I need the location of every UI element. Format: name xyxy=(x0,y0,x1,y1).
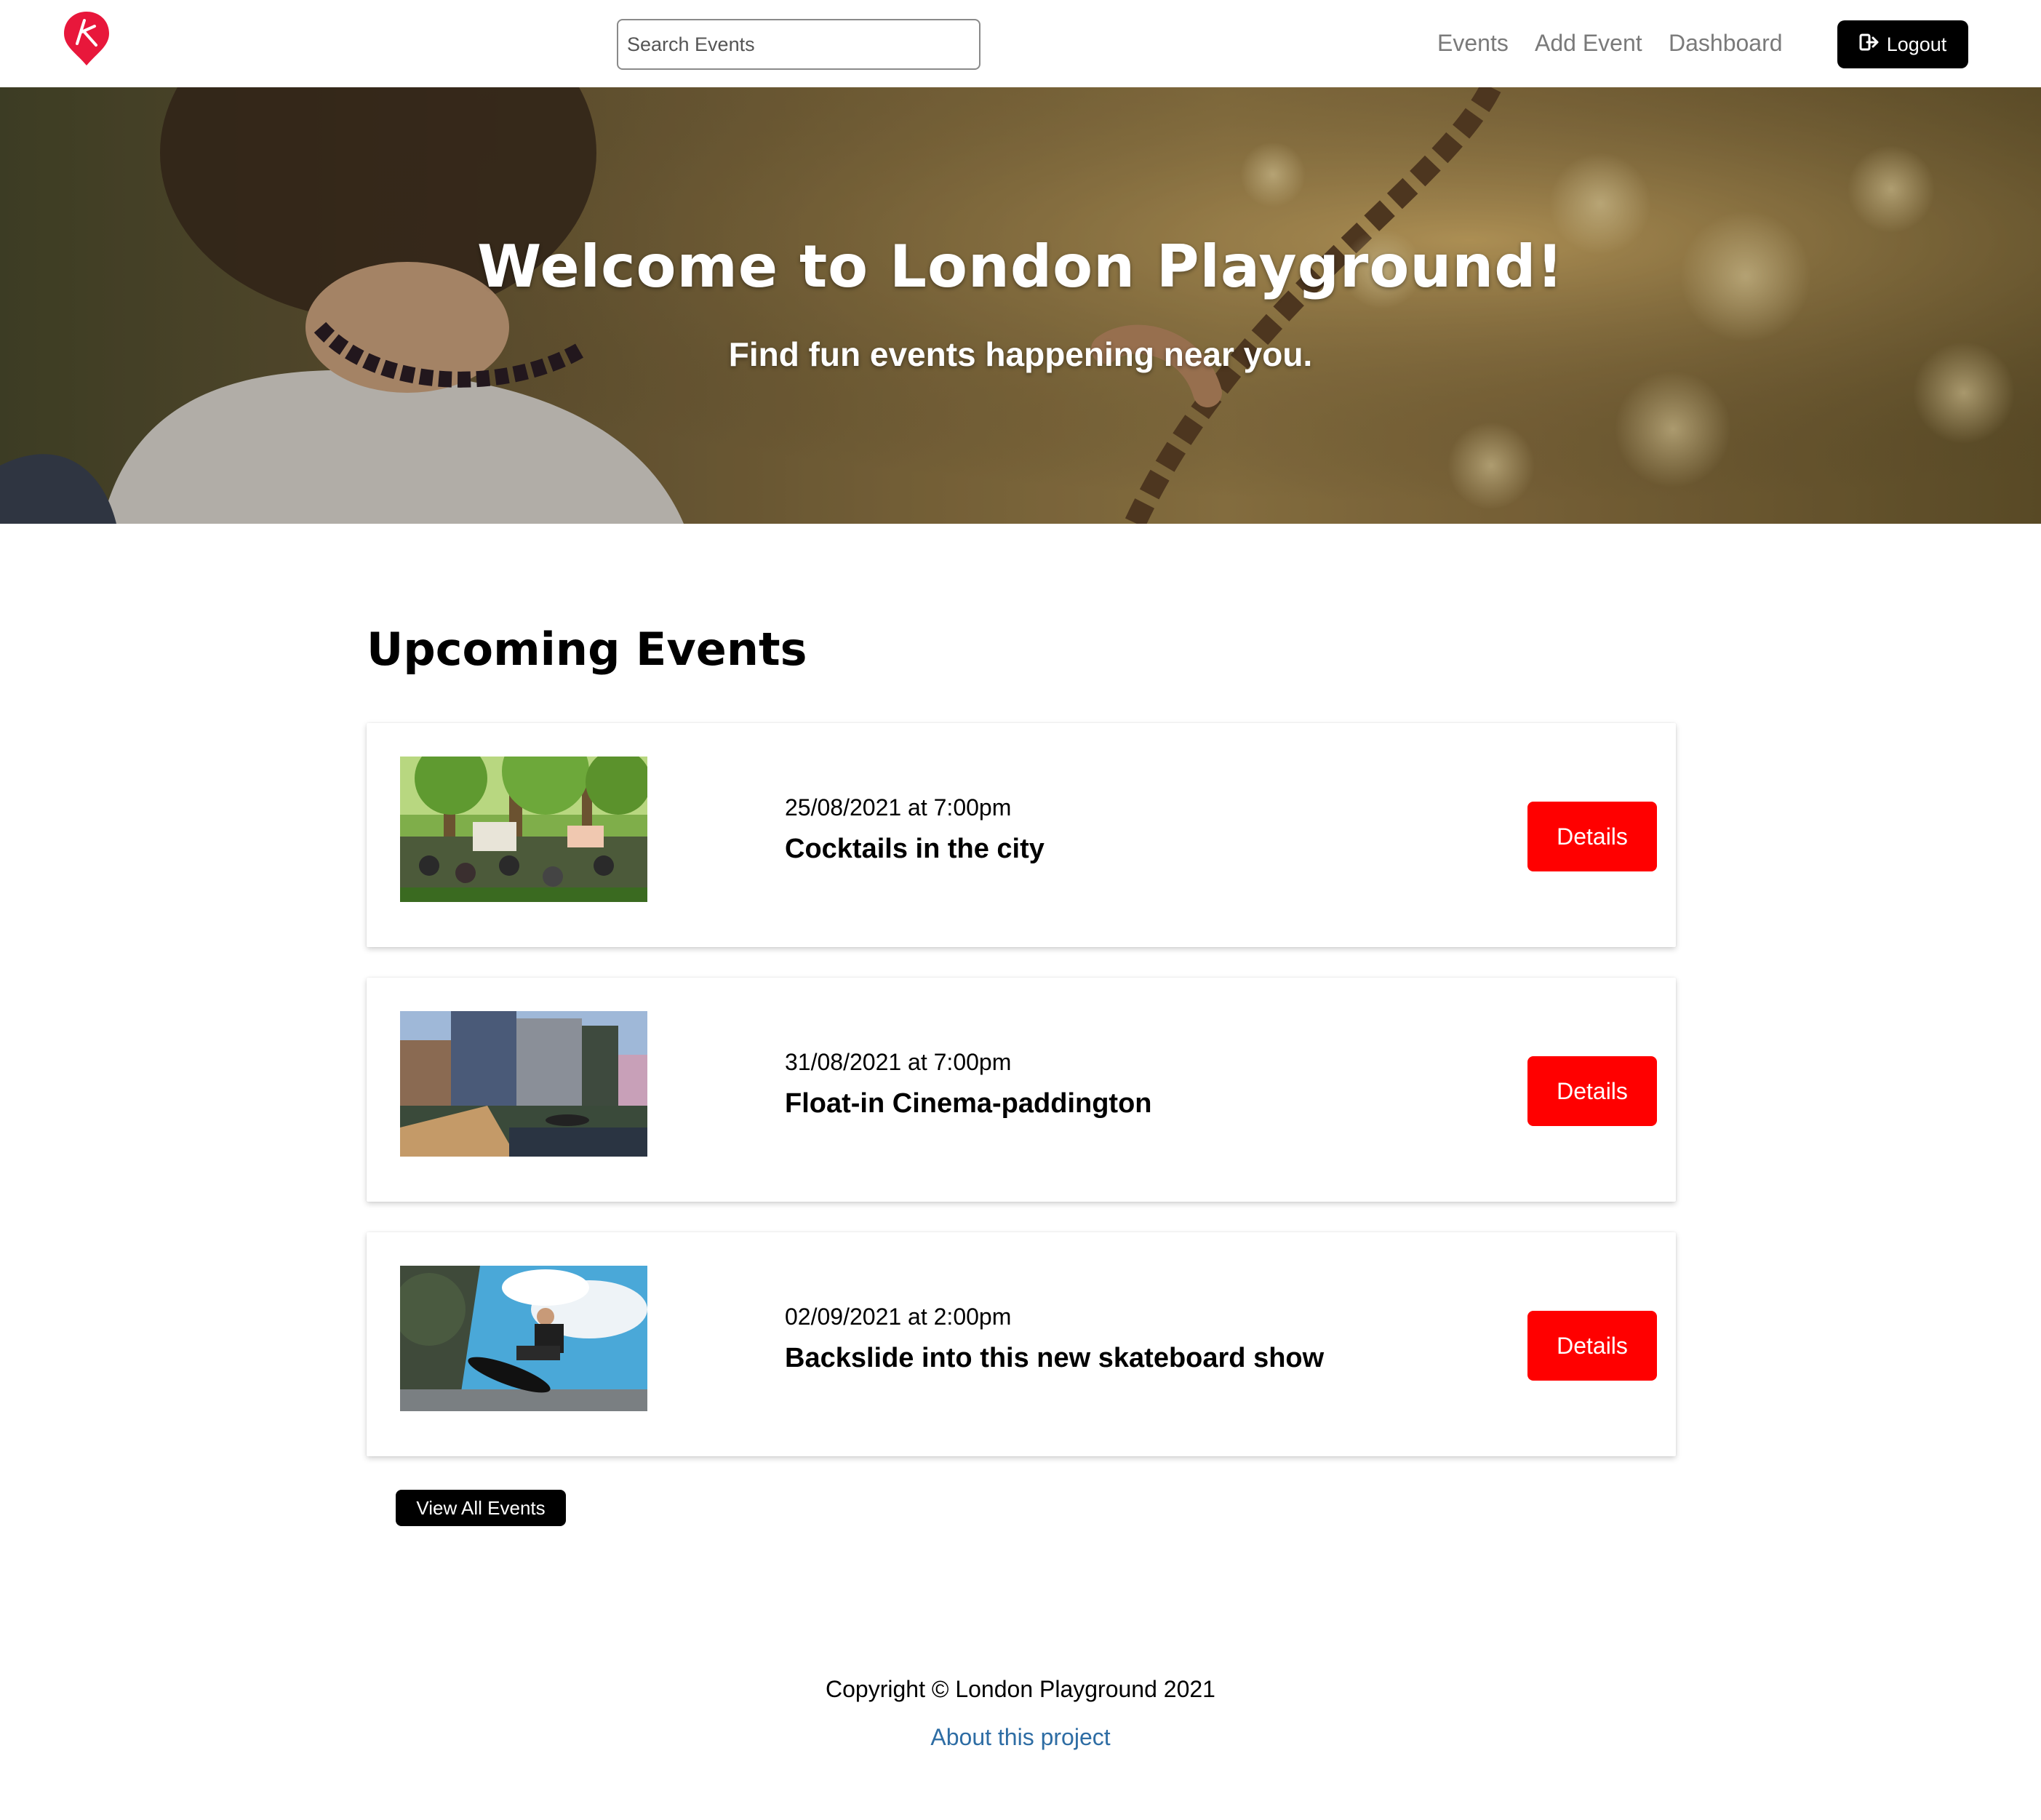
upcoming-events-heading: Upcoming Events xyxy=(367,623,807,676)
hero-overlay xyxy=(0,87,2041,524)
about-project-link[interactable]: About this project xyxy=(0,1724,2041,1751)
london-playground-logo-icon[interactable] xyxy=(63,10,111,67)
event-image-cocktails[interactable] xyxy=(400,757,647,902)
nav-link-add-event[interactable]: Add Event xyxy=(1535,26,1642,60)
event-image-skateboard[interactable] xyxy=(400,1266,647,1411)
event-date: 25/08/2021 at 7:00pm xyxy=(785,794,1012,821)
event-card: 31/08/2021 at 7:00pm Float-in Cinema-pad… xyxy=(367,978,1676,1202)
logout-label: Logout xyxy=(1886,33,1947,55)
event-title: Float-in Cinema-paddington xyxy=(785,1088,1152,1119)
event-date: 02/09/2021 at 2:00pm xyxy=(785,1304,1012,1330)
logout-button[interactable]: Logout xyxy=(1837,20,1968,68)
event-card: 02/09/2021 at 2:00pm Backslide into this… xyxy=(367,1232,1676,1456)
event-date: 31/08/2021 at 7:00pm xyxy=(785,1049,1012,1075)
logout-icon xyxy=(1859,32,1880,57)
event-title: Backslide into this new skateboard show xyxy=(785,1343,1325,1373)
nav-link-dashboard[interactable]: Dashboard xyxy=(1669,26,1783,60)
view-all-events-button[interactable]: View All Events xyxy=(396,1490,566,1526)
nav-link-events[interactable]: Events xyxy=(1437,26,1509,60)
details-button[interactable]: Details xyxy=(1527,802,1657,871)
hero-subtitle: Find fun events happening near you. xyxy=(728,335,1313,373)
details-button[interactable]: Details xyxy=(1527,1056,1657,1126)
footer-copyright: Copyright © London Playground 2021 xyxy=(826,1676,1215,1702)
hero-title: Welcome to London Playground! xyxy=(477,233,1564,300)
hero-banner: Welcome to London Playground! Find fun e… xyxy=(0,87,2041,524)
search-input[interactable] xyxy=(617,19,980,70)
details-button[interactable]: Details xyxy=(1527,1311,1657,1381)
navbar: Events Add Event Dashboard Logout xyxy=(0,0,2041,87)
event-card: 25/08/2021 at 7:00pm Cocktails in the ci… xyxy=(367,723,1676,947)
event-title: Cocktails in the city xyxy=(785,834,1045,864)
event-image-float-in-cinema[interactable] xyxy=(400,1011,647,1157)
